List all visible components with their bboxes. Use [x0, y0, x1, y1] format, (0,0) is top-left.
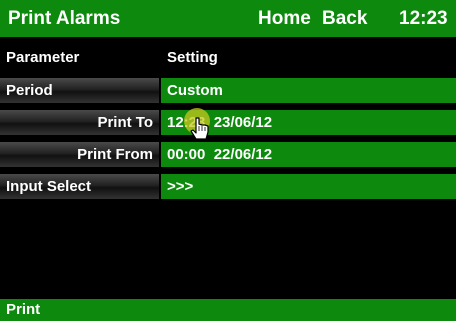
home-button[interactable]: Home — [258, 8, 311, 30]
print-to-date[interactable]: 23/06/12 — [214, 114, 272, 131]
input-select-label: Input Select — [0, 174, 159, 199]
print-button[interactable]: Print — [0, 299, 456, 321]
print-to-row[interactable]: Print To 12:23 23/06/12 — [0, 110, 456, 135]
table-header-row: Parameter Setting — [0, 45, 456, 70]
period-value[interactable]: Custom — [161, 78, 456, 103]
clock: 12:23 — [399, 7, 448, 29]
print-to-label: Print To — [0, 110, 159, 135]
period-row[interactable]: Period Custom — [0, 78, 456, 103]
period-label: Period — [0, 78, 159, 103]
back-button[interactable]: Back — [322, 8, 367, 30]
input-select-value[interactable]: >>> — [161, 174, 456, 199]
print-from-value[interactable]: 00:00 22/06/12 — [161, 142, 456, 167]
input-select-row[interactable]: Input Select >>> — [0, 174, 456, 199]
setting-column-header: Setting — [161, 45, 456, 70]
hand-pointer-icon — [184, 108, 210, 140]
print-from-time[interactable]: 00:00 — [167, 146, 205, 163]
print-from-row[interactable]: Print From 00:00 22/06/12 — [0, 142, 456, 167]
page-title: Print Alarms — [8, 7, 121, 29]
header-bar: Print Alarms Home Back 12:23 — [0, 0, 456, 37]
print-from-date[interactable]: 22/06/12 — [214, 146, 272, 163]
print-from-label: Print From — [0, 142, 159, 167]
parameter-column-header: Parameter — [0, 45, 159, 70]
